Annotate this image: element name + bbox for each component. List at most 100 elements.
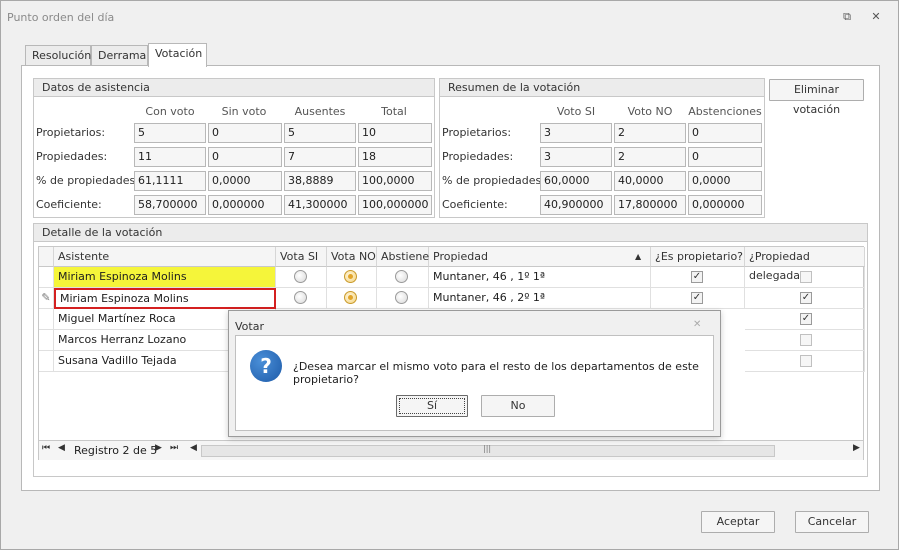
value-field[interactable]: 0 xyxy=(688,147,762,167)
header-es-propietario[interactable]: ¿Es propietario? xyxy=(651,247,745,267)
title-bar: Punto orden del día ⧉ ✕ xyxy=(1,1,898,35)
tab-derrama[interactable]: Derrama xyxy=(91,45,148,66)
scroll-right-icon[interactable]: ▶ xyxy=(853,443,860,453)
row-indicator xyxy=(39,267,54,288)
header-propiedad-delegada[interactable]: ¿Propiedad delegada? xyxy=(745,247,865,282)
cell-vota-si[interactable] xyxy=(276,288,327,309)
cell-es-propietario[interactable]: ✓ xyxy=(651,288,745,309)
cell-asistente-focused[interactable]: Miriam Espinoza Molins xyxy=(54,288,276,309)
checkbox-checked-icon[interactable]: ✓ xyxy=(800,292,812,304)
cell-propiedad-delegada[interactable] xyxy=(745,267,865,288)
header-vota-no[interactable]: Vota NO xyxy=(327,247,377,267)
value-field[interactable]: 11 xyxy=(134,147,206,167)
accept-button[interactable]: Aceptar xyxy=(701,511,775,533)
value-field[interactable]: 18 xyxy=(358,147,432,167)
value-field[interactable]: 5 xyxy=(134,123,206,143)
cell-propiedad-delegada[interactable] xyxy=(745,330,865,351)
cell-abstiene[interactable] xyxy=(377,267,429,288)
checkbox-unchecked-icon[interactable] xyxy=(800,334,812,346)
checkbox-unchecked-icon[interactable] xyxy=(800,355,812,367)
cell-es-propietario[interactable]: ✓ xyxy=(651,267,745,288)
radio-abstiene[interactable] xyxy=(395,270,408,283)
cell-propiedad-delegada[interactable] xyxy=(745,351,865,372)
value-field[interactable]: 60,0000 xyxy=(540,171,612,191)
row-indicator xyxy=(39,351,54,372)
value-field[interactable]: 41,300000 xyxy=(284,195,356,215)
row-label: Propietarios: xyxy=(36,126,106,139)
first-record-icon[interactable]: ⏮ xyxy=(42,443,50,453)
radio-vota-si[interactable] xyxy=(294,270,307,283)
value-field[interactable]: 3 xyxy=(540,123,612,143)
row-indicator xyxy=(39,309,54,330)
cell-vota-no[interactable] xyxy=(327,288,377,309)
row-indicator xyxy=(39,330,54,351)
checkbox-checked-icon[interactable]: ✓ xyxy=(691,271,703,283)
no-button[interactable]: No xyxy=(481,395,555,417)
cell-propiedad[interactable]: Muntaner, 46 , 2º 1ª xyxy=(429,288,651,309)
votar-dialog: Votar ✕ ? ¿Desea marcar el mismo voto pa… xyxy=(228,310,721,437)
header-vota-si[interactable]: Vota SI xyxy=(276,247,327,267)
value-field[interactable]: 100,0000 xyxy=(358,171,432,191)
value-field[interactable]: 40,900000 xyxy=(540,195,612,215)
value-field[interactable]: 2 xyxy=(614,123,686,143)
col-voto-no: Voto NO xyxy=(627,105,673,118)
next-record-icon[interactable]: ▶ xyxy=(155,443,162,453)
asistencia-group: Datos de asistencia Con voto Sin voto Au… xyxy=(33,78,435,218)
value-field[interactable]: 0,0000 xyxy=(688,171,762,191)
col-voto-si: Voto SI xyxy=(556,105,596,118)
value-field[interactable]: 0 xyxy=(688,123,762,143)
value-field[interactable]: 0 xyxy=(208,147,282,167)
value-field[interactable]: 0,0000 xyxy=(208,171,282,191)
radio-vota-si[interactable] xyxy=(294,291,307,304)
restore-icon[interactable]: ⧉ xyxy=(840,10,854,24)
radio-vota-no[interactable] xyxy=(344,291,357,304)
window-title: Punto orden del día xyxy=(7,11,115,24)
eliminar-votacion-button[interactable]: Eliminar votación xyxy=(769,79,864,116)
value-field[interactable]: 58,700000 xyxy=(134,195,206,215)
value-field[interactable]: 0,000000 xyxy=(688,195,762,215)
checkbox-checked-icon[interactable]: ✓ xyxy=(800,313,812,325)
close-icon[interactable]: ✕ xyxy=(869,10,883,24)
cell-propiedad-delegada[interactable]: ✓ xyxy=(745,309,865,330)
cell-vota-si[interactable] xyxy=(276,267,327,288)
record-counter: Registro 2 de 5 xyxy=(74,444,158,457)
value-field[interactable]: 7 xyxy=(284,147,356,167)
value-field[interactable]: 40,0000 xyxy=(614,171,686,191)
header-asistente[interactable]: Asistente xyxy=(54,247,276,267)
dialog-message: ¿Desea marcar el mismo voto para el rest… xyxy=(293,360,699,386)
checkbox-unchecked-icon[interactable] xyxy=(800,271,812,283)
cell-propiedad[interactable]: Muntaner, 46 , 1º 1ª xyxy=(429,267,651,288)
value-field[interactable]: 17,800000 xyxy=(614,195,686,215)
cell-asistente[interactable]: Miriam Espinoza Molins xyxy=(54,267,276,288)
value-field[interactable]: 10 xyxy=(358,123,432,143)
resumen-title: Resumen de la votación xyxy=(440,79,764,97)
tab-resolucion[interactable]: Resolución xyxy=(25,45,91,66)
row-label: % de propiedades: xyxy=(36,174,139,187)
previous-record-icon[interactable]: ◀ xyxy=(58,443,65,453)
value-field[interactable]: 2 xyxy=(614,147,686,167)
radio-abstiene[interactable] xyxy=(395,291,408,304)
col-sin-voto: Sin voto xyxy=(221,105,267,118)
value-field[interactable]: 38,8889 xyxy=(284,171,356,191)
value-field[interactable]: 0,000000 xyxy=(208,195,282,215)
radio-vota-no[interactable] xyxy=(344,270,357,283)
dialog-close-icon[interactable]: ✕ xyxy=(693,319,701,330)
cancel-button[interactable]: Cancelar xyxy=(795,511,869,533)
value-field[interactable]: 3 xyxy=(540,147,612,167)
value-field[interactable]: 61,1111 xyxy=(134,171,206,191)
yes-button[interactable]: Sí xyxy=(396,395,468,417)
value-field[interactable]: 100,000000 xyxy=(358,195,432,215)
scroll-left-icon[interactable]: ◀ xyxy=(190,443,197,453)
header-propiedad[interactable]: Propiedad ▲ xyxy=(429,247,651,267)
tab-votacion[interactable]: Votación xyxy=(148,43,207,67)
row-label: Propiedades: xyxy=(36,150,108,163)
cell-propiedad-delegada[interactable]: ✓ xyxy=(745,288,865,309)
value-field[interactable]: 5 xyxy=(284,123,356,143)
last-record-icon[interactable]: ⏭ xyxy=(170,443,178,453)
col-total: Total xyxy=(381,105,407,118)
cell-abstiene[interactable] xyxy=(377,288,429,309)
header-abstiene[interactable]: Abstiene xyxy=(377,247,429,267)
cell-vota-no[interactable] xyxy=(327,267,377,288)
checkbox-checked-icon[interactable]: ✓ xyxy=(691,292,703,304)
value-field[interactable]: 0 xyxy=(208,123,282,143)
